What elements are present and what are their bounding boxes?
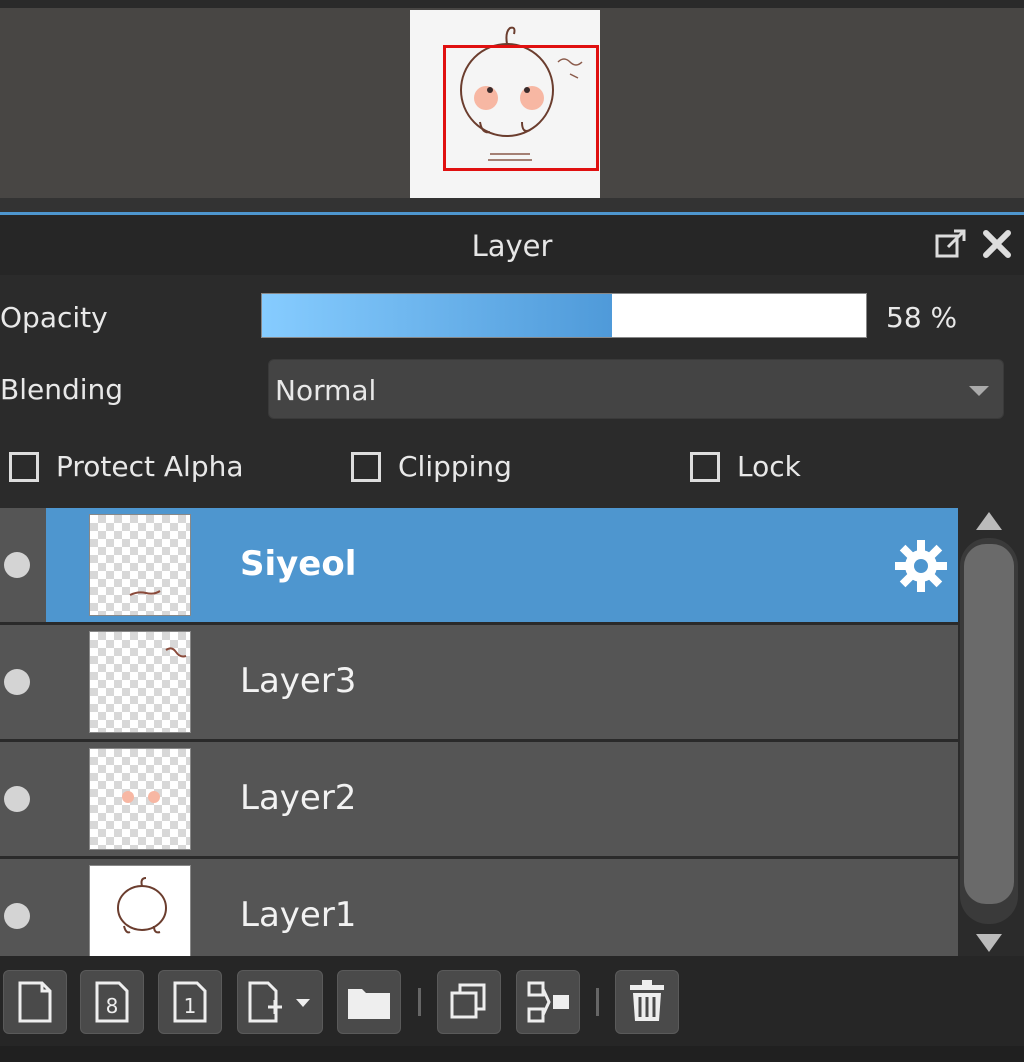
visibility-column (0, 625, 46, 739)
close-icon[interactable] (980, 227, 1014, 261)
new-folder-button[interactable] (337, 970, 401, 1034)
opacity-slider[interactable] (261, 293, 867, 338)
layer-thumbnail (89, 865, 191, 956)
toolbar-separator (418, 988, 421, 1016)
new-layer-icon (18, 981, 52, 1023)
blending-dropdown[interactable]: Normal (268, 359, 1004, 419)
layer-name: Layer3 (240, 661, 357, 701)
navigator-bottom-border (0, 198, 1024, 212)
layer-toolbar: 8 1 (0, 956, 1024, 1046)
clipping-checkbox[interactable] (351, 452, 381, 482)
add-layer-menu-icon (248, 981, 310, 1023)
svg-text:1: 1 (184, 994, 197, 1018)
navigator-top-border (0, 0, 1024, 8)
new-1bit-layer-icon: 1 (173, 981, 207, 1023)
duplicate-layer-icon (450, 983, 486, 1019)
opacity-label: Opacity (0, 301, 108, 334)
merge-layer-button[interactable] (516, 970, 580, 1034)
layer-row-layer1[interactable]: Layer1 (0, 859, 958, 956)
protect-alpha-checkbox[interactable] (9, 452, 39, 482)
layer-content-icon (117, 877, 167, 934)
protect-alpha-label[interactable]: Protect Alpha (56, 450, 244, 483)
gear-icon[interactable] (893, 538, 949, 594)
layer-content-icon (122, 791, 160, 803)
opacity-slider-fill (262, 294, 613, 337)
layer-list-scrollbar[interactable] (958, 508, 1024, 956)
merge-layer-icon (527, 981, 569, 1023)
layer-thumbnail (89, 748, 191, 850)
delete-layer-button[interactable] (615, 970, 679, 1034)
scroll-up-arrow-icon[interactable] (976, 512, 1002, 530)
layer-thumbnail (89, 514, 191, 616)
visibility-toggle-icon[interactable] (4, 669, 30, 695)
add-layer-menu-button[interactable] (237, 970, 323, 1034)
lock-checkbox[interactable] (690, 452, 720, 482)
new-8bit-layer-button[interactable]: 8 (80, 970, 144, 1034)
layer-row-siyeol[interactable]: Siyeol (0, 508, 958, 625)
visibility-column (0, 508, 46, 622)
visibility-toggle-icon[interactable] (4, 552, 30, 578)
popout-icon[interactable] (934, 227, 968, 261)
layer-thumbnail (89, 631, 191, 733)
scroll-down-arrow-icon[interactable] (976, 934, 1002, 952)
clipping-label[interactable]: Clipping (398, 450, 512, 483)
visibility-column (0, 859, 46, 956)
svg-text:8: 8 (106, 994, 119, 1018)
layer-panel: Layer Opacity 58 % Blending Normal Prote… (0, 215, 1024, 1062)
layer-row-layer3[interactable]: Layer3 (0, 625, 958, 742)
layer-list: Siyeol Layer3 Layer2 Layer1 (0, 508, 958, 956)
navigator-panel (0, 0, 1024, 212)
layer-content-icon (129, 590, 161, 596)
layer-content-icon (165, 647, 187, 658)
new-8bit-layer-icon: 8 (95, 981, 129, 1023)
layer-name: Siyeol (240, 544, 357, 584)
layer-name: Layer1 (240, 895, 357, 935)
layer-name: Layer2 (240, 778, 357, 818)
panel-title: Layer (471, 229, 553, 263)
navigator-viewport-frame[interactable] (443, 45, 599, 171)
toolbar-separator (596, 988, 599, 1016)
lock-label[interactable]: Lock (737, 450, 801, 483)
new-layer-button[interactable] (3, 970, 67, 1034)
opacity-value: 58 % (886, 301, 958, 334)
new-folder-icon (348, 989, 390, 1019)
visibility-toggle-icon[interactable] (4, 786, 30, 812)
panel-bottom-strip (0, 1046, 1024, 1062)
new-1bit-layer-button[interactable]: 1 (158, 970, 222, 1034)
blending-selected-value: Normal (275, 374, 377, 407)
chevron-down-icon (969, 386, 989, 396)
delete-layer-icon (630, 980, 664, 1021)
layer-row-layer2[interactable]: Layer2 (0, 742, 958, 859)
blending-label: Blending (0, 373, 124, 406)
visibility-toggle-icon[interactable] (4, 903, 30, 929)
panel-header: Layer (0, 215, 1024, 275)
duplicate-layer-button[interactable] (437, 970, 501, 1034)
visibility-column (0, 742, 46, 856)
scroll-thumb[interactable] (964, 544, 1014, 904)
